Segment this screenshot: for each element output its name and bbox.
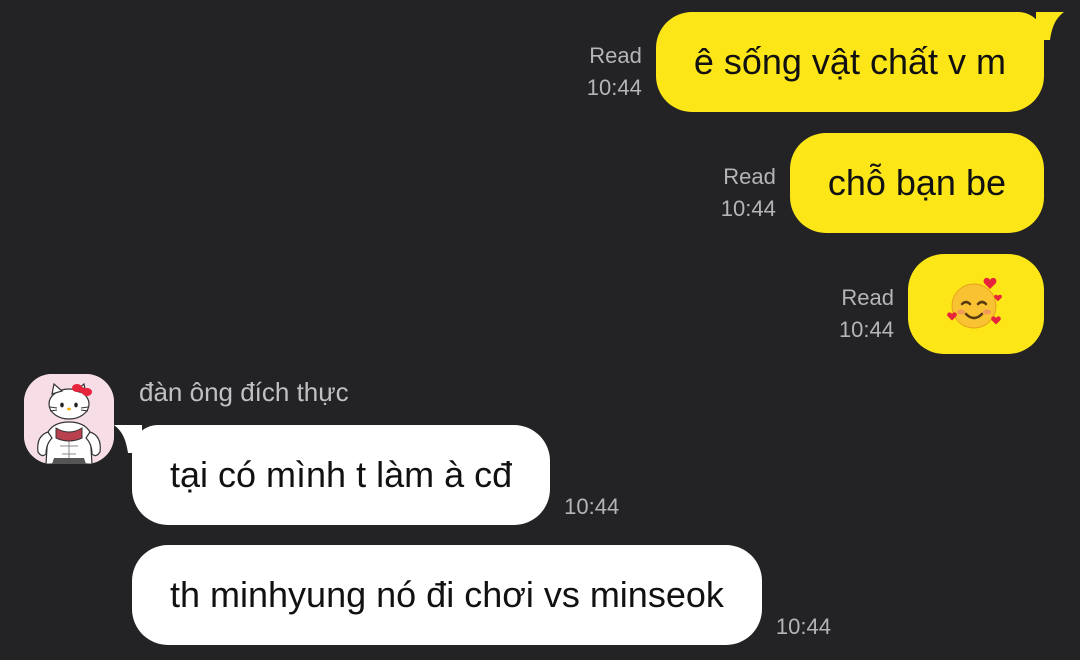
outgoing-message-row: Read 10:44 chỗ bạn be [721,133,1044,233]
smiling-face-with-hearts-icon [947,277,1002,329]
bubble-tail-icon [114,425,142,453]
chat-view[interactable]: Read 10:44 ê sống vật chất v m Read 10:4… [0,0,1080,660]
message-time: 10:44 [775,614,831,639]
hello-kitty-bodybuilder-avatar-icon [24,374,114,464]
incoming-message-row: tại có mình t làm à cđ 10:44 [114,425,620,525]
outgoing-message-row: Read 10:44 [839,254,1044,354]
message-time: 10:44 [586,75,642,100]
outgoing-message-bubble[interactable]: ê sống vật chất v m [655,12,1064,112]
outgoing-message-bubble[interactable]: chỗ bạn be [789,133,1044,233]
message-time: 10:44 [564,494,620,519]
message-time: 10:44 [720,196,776,221]
message-meta: Read 10:44 [839,282,894,346]
incoming-message-row: th minhyung nó đi chơi vs minseok 10:44 [132,545,831,645]
message-time: 10:44 [838,317,894,342]
message-text: ê sống vật chất v m [693,41,1006,82]
bubble-tail-icon [1036,12,1064,40]
message-meta: Read 10:44 [721,161,776,225]
incoming-message-bubble[interactable]: tại có mình t làm à cđ [114,425,551,525]
outgoing-message-row: Read 10:44 ê sống vật chất v m [587,12,1064,112]
message-text: th minhyung nó đi chơi vs minseok [170,574,724,615]
incoming-message-bubble[interactable]: th minhyung nó đi chơi vs minseok [132,545,762,645]
read-status: Read [841,285,894,310]
read-status: Read [723,164,776,189]
message-text: tại có mình t làm à cđ [170,454,513,495]
message-meta: Read 10:44 [587,40,642,104]
outgoing-emoji-bubble[interactable] [908,254,1044,354]
read-status: Read [589,43,642,68]
avatar[interactable] [24,374,114,464]
message-text: chỗ bạn be [827,162,1006,203]
sender-name: đàn ông đích thực [139,377,349,407]
